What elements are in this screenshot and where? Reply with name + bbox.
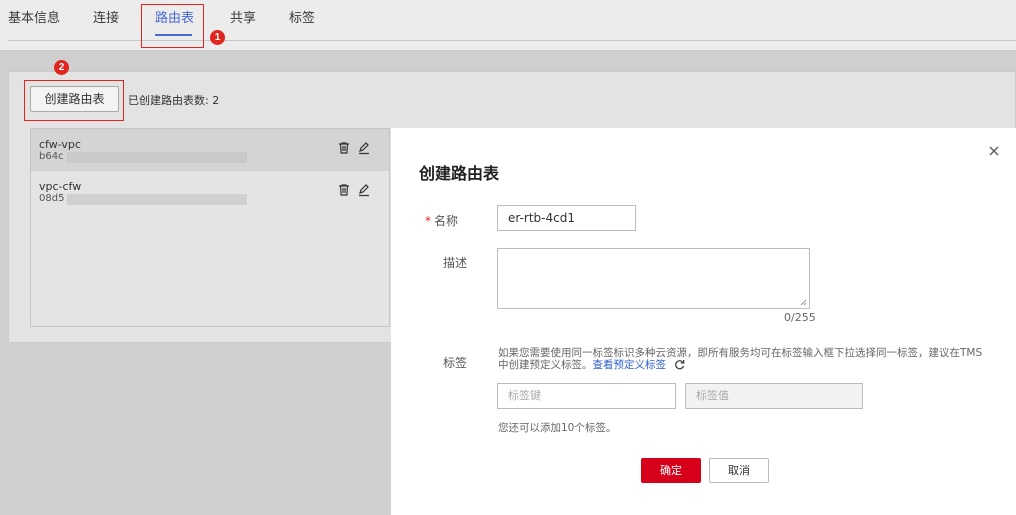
trash-icon[interactable] [337,141,351,155]
description-label: 描述 [443,256,468,270]
route-table-row[interactable]: cfw-vpc b64c [31,129,389,171]
tags-label: 标签 [443,356,468,370]
route-table-id: 08d5 [39,193,65,204]
tags-hint-text: 如果您需要使用同一标签标识多种云资源，即所有服务均可在标签输入框下拉选择同一标签… [498,347,983,371]
description-counter: 0/255 [784,311,816,324]
route-table-row[interactable]: vpc-cfw 08d5 [31,171,389,213]
cancel-button[interactable]: 取消 [709,458,769,483]
tags-hint: 如果您需要使用同一标签标识多种云资源，即所有服务均可在标签输入框下拉选择同一标签… [498,347,988,371]
highlight-box-route-tab [141,4,204,48]
step-badge-1: 1 [210,30,225,45]
route-table-id: b64c [39,151,64,162]
create-route-table-dialog: 创建路由表 * 名称 er-rtb-4cd1 描述 0/255 标签 如果您需要使… [391,128,1016,515]
step-badge-2: 2 [54,60,69,75]
predefined-tags-link[interactable]: 查看预定义标签 [593,359,667,371]
redacted-id [67,152,247,163]
route-table-list: cfw-vpc b64c vpc-cfw 08d5 [30,128,390,327]
description-textarea[interactable] [497,248,810,309]
resize-handle-icon[interactable] [800,299,807,306]
required-marker: * [425,214,431,228]
pencil-icon[interactable] [357,141,371,155]
tab-sharing[interactable]: 共享 [230,7,256,26]
dialog-title: 创建路由表 [419,164,500,183]
tab-basic-info[interactable]: 基本信息 [8,7,60,26]
refresh-icon[interactable] [674,359,685,370]
tag-value-input[interactable]: 标签值 [685,383,863,409]
name-input[interactable]: er-rtb-4cd1 [497,205,636,231]
pencil-icon[interactable] [357,183,371,197]
close-icon[interactable] [987,144,1001,158]
confirm-button[interactable]: 确定 [641,458,701,483]
route-table-name: vpc-cfw [39,180,82,193]
trash-icon[interactable] [337,183,351,197]
name-label: * 名称 [425,212,458,229]
tag-key-input[interactable]: 标签键 [497,383,676,409]
route-table-count: 已创建路由表数: 2 [128,94,220,107]
tab-tags[interactable]: 标签 [289,7,315,26]
tab-connections[interactable]: 连接 [93,7,119,26]
name-label-text: 名称 [434,214,459,228]
tags-remaining: 您还可以添加10个标签。 [498,422,617,434]
create-route-table-button[interactable]: 创建路由表 [30,86,119,112]
route-table-name: cfw-vpc [39,138,81,151]
redacted-id [67,194,247,205]
